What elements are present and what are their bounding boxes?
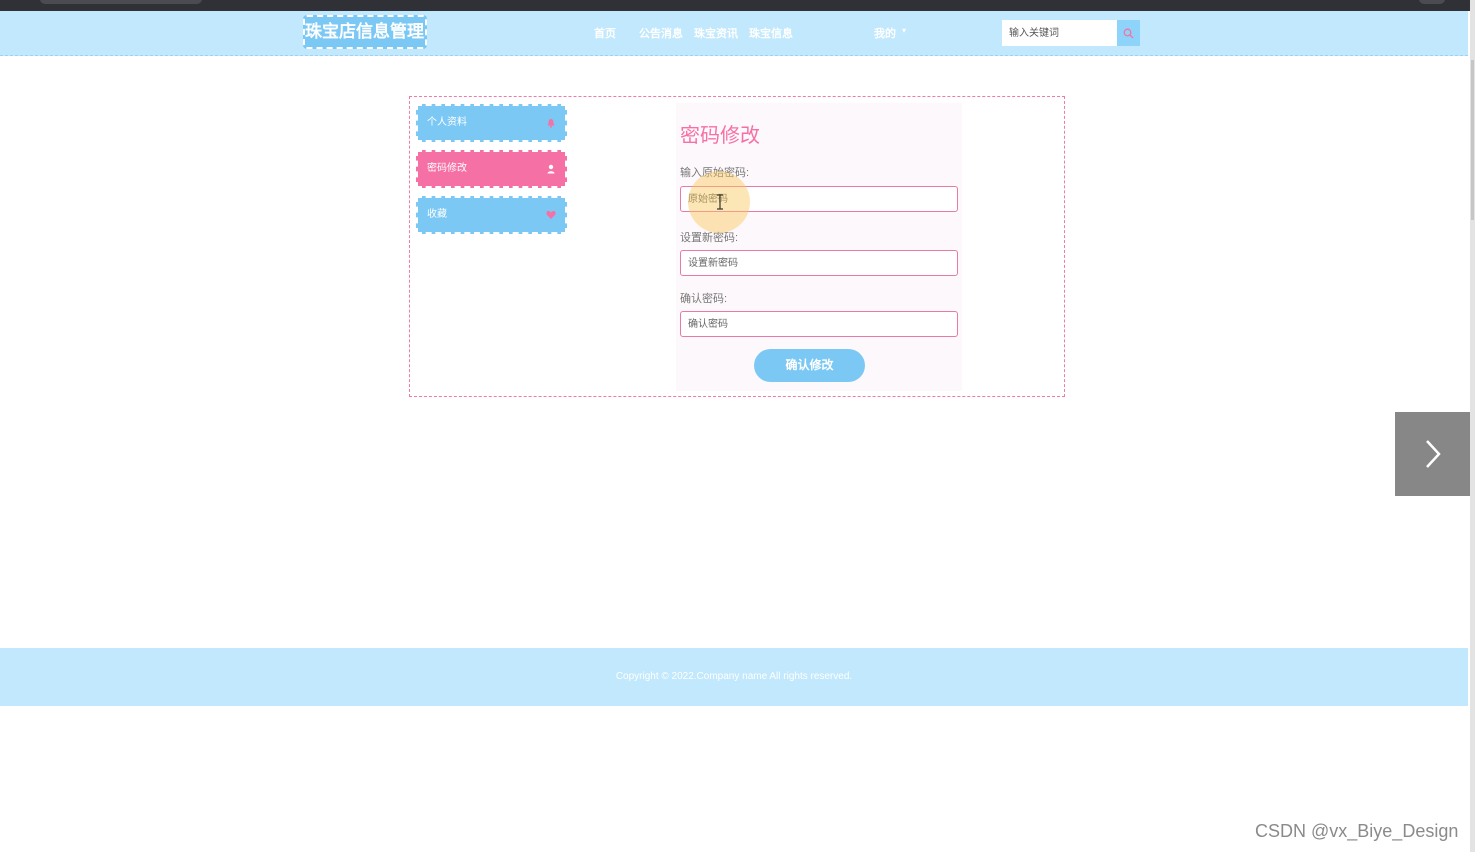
search-icon [1123,28,1134,38]
sidebar-item-change-password[interactable]: 密码修改 [416,150,567,188]
nav-my-dropdown[interactable]: 我的 [874,25,896,41]
chevron-right-icon [1426,440,1441,468]
next-page-button[interactable] [1395,412,1471,496]
sidebar-item-profile[interactable]: 个人资料 [416,104,567,142]
account-panel: 个人资料 密码修改 收藏 密码修改 输入原始密码: 设置新密码: 确认密码: 确… [409,96,1065,397]
password-form: 密码修改 输入原始密码: 设置新密码: 确认密码: 确认修改 [676,103,962,391]
browser-control[interactable] [1419,0,1445,4]
confirm-change-button[interactable]: 确认修改 [754,349,865,382]
chevron-down-icon: ▾ [902,26,907,35]
sidebar-item-label: 密码修改 [427,163,467,174]
nav-link-jewelry-info[interactable]: 珠宝信息 [749,25,793,41]
new-password-field[interactable] [680,250,958,276]
top-navbar: 珠宝店信息管理系统 首页 公告消息 珠宝资讯 珠宝信息 我的 ▾ [0,11,1468,56]
site-logo[interactable]: 珠宝店信息管理系统 [303,15,427,49]
confirm-password-label: 确认密码: [680,293,728,305]
browser-tab[interactable] [40,0,202,4]
watermark-text: CSDN @vx_Biye_Design [1255,821,1459,841]
copyright-text: Copyright © 2022.Company name All rights… [615,671,853,682]
nav-link-announcements[interactable]: 公告消息 [639,25,683,41]
confirm-password-field[interactable] [680,311,958,337]
user-icon [547,164,555,174]
sidebar-item-label: 个人资料 [427,117,467,128]
search-input[interactable] [1002,20,1117,46]
text-cursor-icon [717,194,723,210]
page-title: 密码修改 [680,125,760,147]
nav-link-home[interactable]: 首页 [594,25,616,41]
page-footer: Copyright © 2022.Company name All rights… [0,648,1468,706]
heart-icon [546,210,556,219]
browser-top-strip [0,0,1475,11]
sidebar-item-label: 收藏 [427,209,447,220]
scrollbar[interactable] [1470,0,1475,852]
nav-link-jewelry-news[interactable]: 珠宝资讯 [694,25,738,41]
search-button[interactable] [1117,20,1140,46]
sidebar-item-favorites[interactable]: 收藏 [416,196,567,234]
scrollbar-thumb[interactable] [1471,60,1474,220]
bell-icon [547,119,555,128]
